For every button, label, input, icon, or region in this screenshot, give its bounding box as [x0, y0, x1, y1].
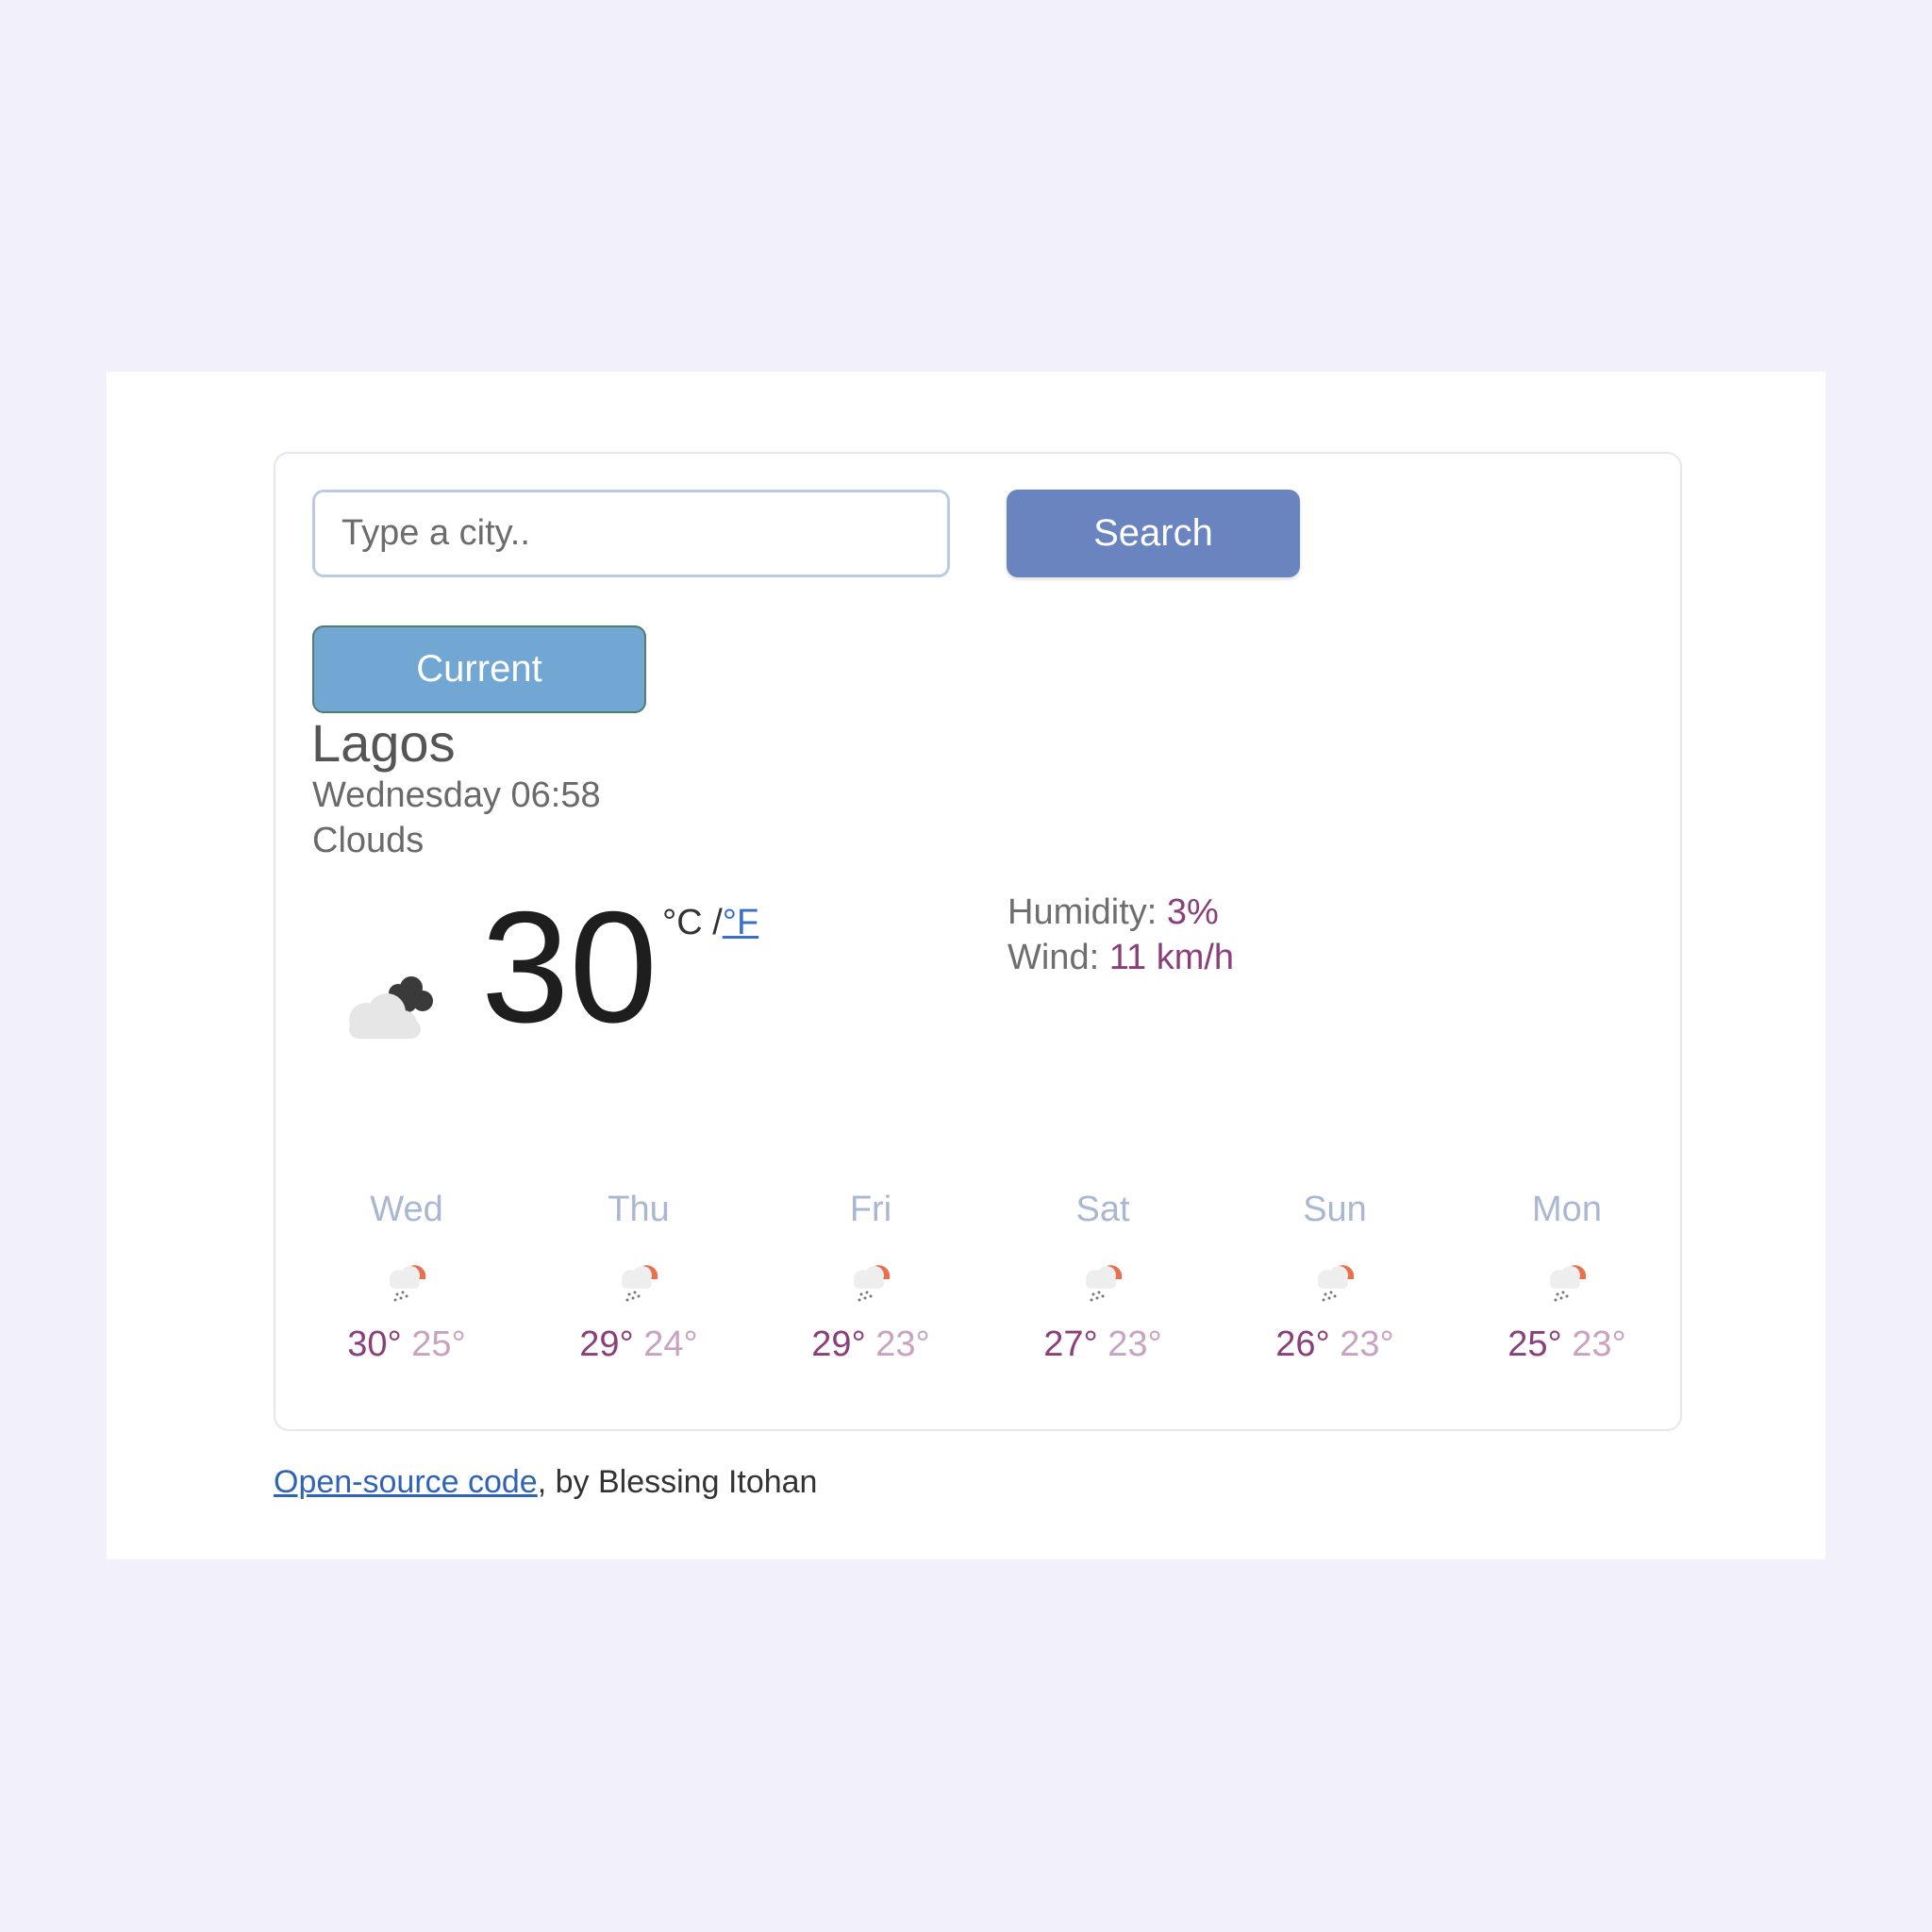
forecast-day-name: Sun	[1303, 1190, 1367, 1229]
forecast-min: 25°	[411, 1324, 466, 1364]
forecast-max: 29°	[579, 1324, 634, 1364]
humidity-value: 3%	[1166, 892, 1219, 932]
current-temperature: 30	[481, 878, 658, 1056]
fahrenheit-link[interactable]: °F	[723, 903, 758, 942]
celsius-label: °C	[662, 903, 703, 942]
cloudy-icon	[349, 976, 433, 1039]
forecast-day-name: Thu	[608, 1190, 670, 1229]
forecast-day: Fri 29° 23°	[776, 1190, 965, 1365]
rain-sun-icon	[854, 1265, 891, 1302]
unit-separator: /	[702, 903, 723, 942]
footer: Open-source code, by Blessing Itohan	[274, 1464, 817, 1501]
current-location-button[interactable]: Current	[312, 625, 646, 713]
forecast-min: 23°	[875, 1324, 930, 1364]
humidity-row: Humidity: 3%	[1008, 890, 1234, 935]
forecast-min: 23°	[1340, 1324, 1394, 1364]
wind-label: Wind:	[1008, 938, 1109, 977]
forecast-max: 27°	[1043, 1324, 1098, 1364]
humidity-label: Humidity:	[1008, 892, 1167, 932]
rain-sun-icon	[1318, 1265, 1355, 1302]
rain-sun-icon	[390, 1265, 426, 1302]
footer-author: , by Blessing Itohan	[537, 1464, 818, 1500]
rain-sun-icon	[622, 1265, 658, 1302]
forecast-day-name: Mon	[1532, 1190, 1602, 1229]
forecast-day: Sun 26° 23°	[1241, 1190, 1429, 1365]
date-time: Wednesday 06:58	[312, 775, 601, 815]
city-search-input[interactable]	[312, 490, 950, 577]
forecast-max: 30°	[347, 1324, 402, 1364]
unit-toggle: °C /°F	[662, 903, 758, 943]
forecast-day: Sat 27° 23°	[1008, 1190, 1197, 1365]
forecast-day: Mon 25° 23°	[1473, 1190, 1661, 1365]
weather-details: Humidity: 3% Wind: 11 km/h	[1008, 890, 1234, 980]
weather-description: Clouds	[312, 821, 425, 860]
search-button[interactable]: Search	[1007, 490, 1300, 577]
rain-sun-icon	[1550, 1265, 1587, 1302]
forecast-max: 25°	[1507, 1324, 1562, 1364]
forecast-min: 24°	[643, 1324, 698, 1364]
forecast-day: Thu 29° 24°	[544, 1190, 733, 1365]
forecast-day-name: Wed	[370, 1190, 443, 1229]
weather-app-card: Search Current Lagos Wednesday 06:58 Clo…	[274, 452, 1682, 1431]
forecast-day: Wed 30° 25°	[312, 1190, 501, 1365]
forecast-min: 23°	[1108, 1324, 1162, 1364]
page: Search Current Lagos Wednesday 06:58 Clo…	[107, 372, 1825, 1559]
forecast-max: 26°	[1275, 1324, 1330, 1364]
forecast-max: 29°	[811, 1324, 866, 1364]
rain-sun-icon	[1086, 1265, 1123, 1302]
source-code-link[interactable]: Open-source code	[274, 1464, 538, 1500]
city-name: Lagos	[311, 713, 456, 773]
forecast-day-name: Fri	[849, 1190, 892, 1229]
forecast-min: 23°	[1572, 1324, 1626, 1364]
forecast-day-name: Sat	[1075, 1190, 1130, 1229]
wind-value: 11 km/h	[1108, 938, 1235, 977]
wind-row: Wind: 11 km/h	[1008, 935, 1234, 980]
forecast-row: Wed 30° 25° Thu 29° 24° Fri 29° 23° Sat …	[312, 1190, 1652, 1378]
